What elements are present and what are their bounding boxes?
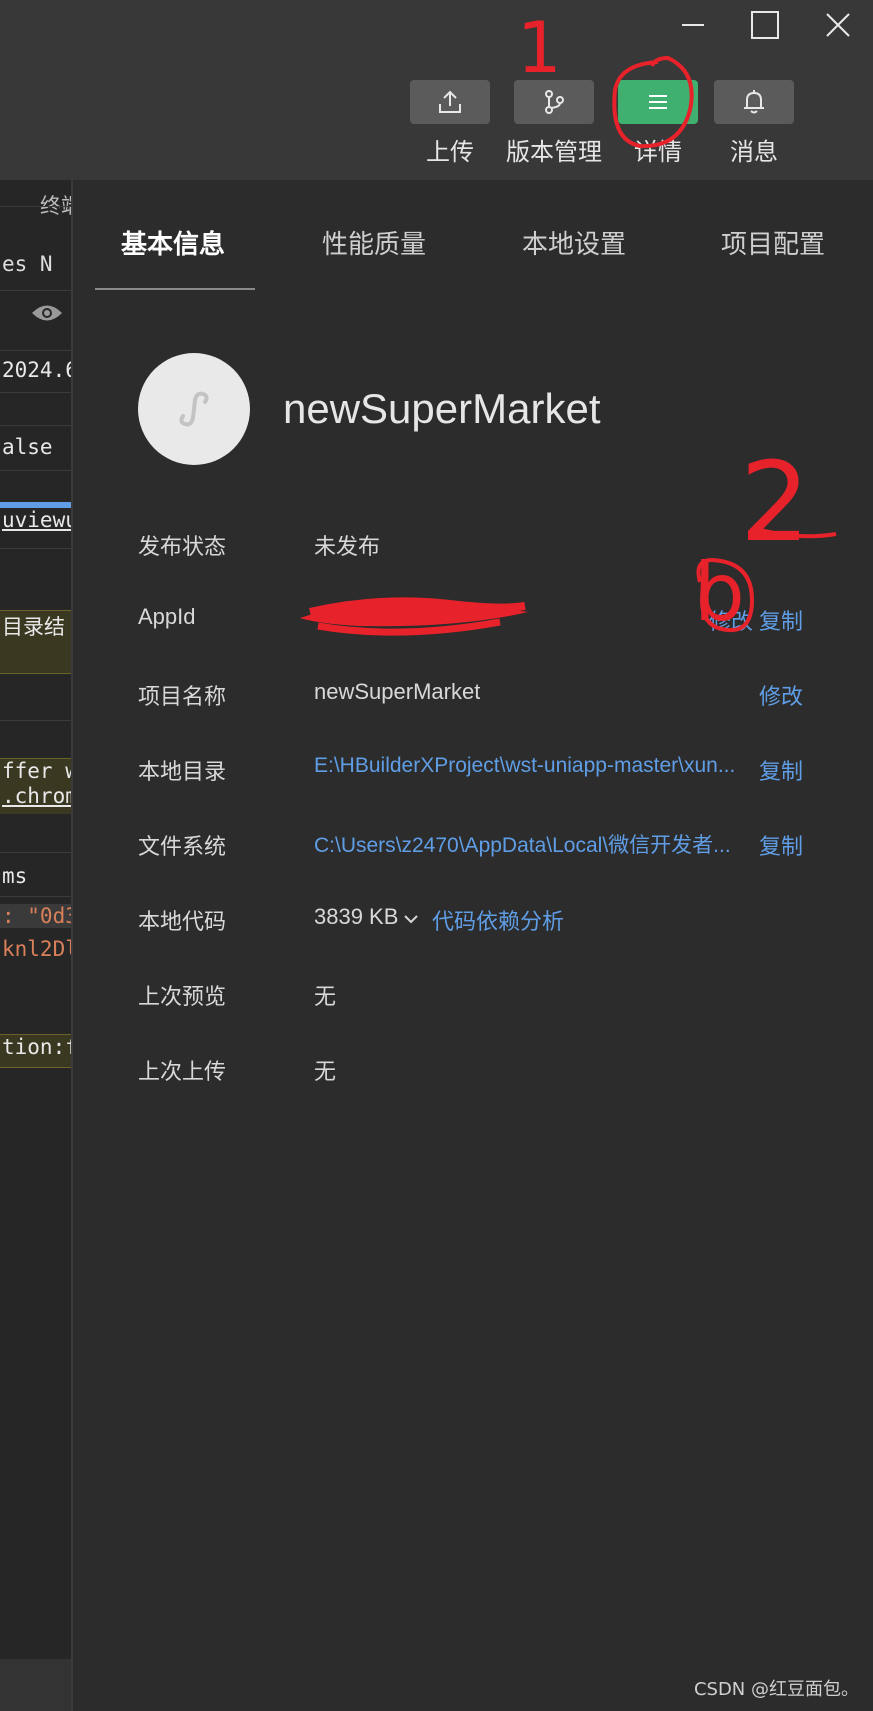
panel-tabs[interactable]: es N [0,252,71,276]
local-dir-label: 本地目录 [138,760,227,785]
minimize-icon [682,24,704,26]
branch-icon [545,90,564,114]
chevron-down-icon [404,915,418,924]
appid-label: AppId [138,604,196,629]
code-dependency-analysis-link[interactable]: 代码依赖分析 [432,904,564,936]
local-dir-value[interactable]: E:\HBuilderXProject\wst-uniapp-master\xu… [314,754,754,778]
warning-line: 目录结 [0,610,71,674]
tab-basic-info[interactable]: 基本信息 [121,224,225,261]
debugger-pane: 终端 es N 2024.6 alse uviewu 目录结 ffer w .c… [0,180,73,1711]
file-system-value[interactable]: C:\Users\z2470\AppData\Local\微信开发者... [314,829,754,859]
terminal-tab[interactable]: 终端 [0,190,71,220]
tab-performance[interactable]: 性能质量 [322,224,426,261]
local-dir-copy-link[interactable]: 复制 [759,754,803,786]
project-name-label: 项目名称 [138,685,227,710]
code-size-expand[interactable] [402,910,420,932]
menu-icon [649,95,667,109]
eye-toggle[interactable] [0,302,71,329]
tab-local-settings[interactable]: 本地设置 [522,224,626,261]
file-system-label: 文件系统 [138,835,227,860]
tab-project-config[interactable]: 项目配置 [721,224,825,261]
maximize-icon [751,11,779,39]
project-name-value: newSuperMarket [314,679,481,704]
last-preview-value: 无 [314,985,337,1010]
upload-button[interactable] [410,80,490,124]
details-button[interactable] [618,80,698,124]
project-title: newSuperMarket [283,385,601,432]
watermark: CSDN @红豆面包。 [693,1679,859,1700]
active-tab-indicator [95,288,255,290]
mini-program-icon [179,391,209,427]
details-label: 详情 [634,138,682,166]
log-string: : "0d3 [0,904,73,928]
log-line: ms [2,864,28,888]
file-system-copy-link[interactable]: 复制 [759,829,803,861]
project-name-edit-link[interactable]: 修改 [759,679,803,711]
local-code-label: 本地代码 [138,910,227,935]
console-input-bar[interactable] [0,1659,71,1711]
mini-program-avatar [138,353,250,465]
appid-edit-link[interactable]: 修改 [709,604,753,636]
version-management-label: 版本管理 [506,138,602,166]
log-line: alse [2,435,53,459]
close-icon [826,13,850,37]
log-line: 2024.6 [2,358,73,382]
appid-copy-link[interactable]: 复制 [759,604,803,636]
upload-icon [439,90,461,113]
minimize-button[interactable] [663,2,723,48]
last-upload-label: 上次上传 [138,1060,227,1085]
details-panel: 基本信息 性能质量 本地设置 项目配置 newSuperMarket 发布状态 … [73,180,873,1711]
messages-label: 消息 [730,138,778,166]
publish-status-value: 未发布 [314,535,381,560]
last-preview-label: 上次预览 [138,985,227,1010]
close-window-button[interactable] [808,2,868,48]
messages-button[interactable] [714,80,794,124]
title-toolbar: 上传 版本管理 详情 消息 [0,0,873,180]
log-string: knl2Dl [2,937,73,961]
warning-line: tion:fa [0,1034,71,1068]
local-code-value: 3839 KB [314,904,399,929]
maximize-button[interactable] [735,2,795,48]
devtools-window: 上传 版本管理 详情 消息 终 es N 2024.6 alse uviewu … [0,0,873,1711]
upload-label: 上传 [426,138,474,166]
publish-status-label: 发布状态 [138,535,227,560]
bell-icon [744,90,764,114]
eye-icon [32,305,62,321]
warning-link[interactable]: .chrom [0,784,71,814]
version-management-button[interactable] [514,80,594,124]
log-link[interactable]: uviewu [0,502,71,532]
last-upload-value: 无 [314,1060,337,1085]
